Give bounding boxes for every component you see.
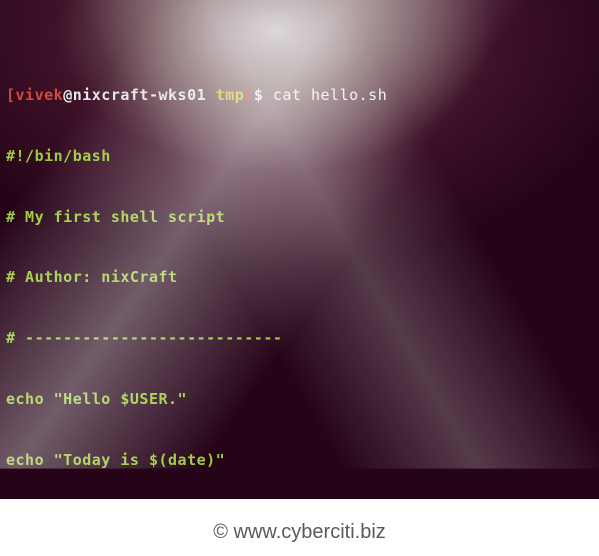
script-line-2: # My first shell script bbox=[6, 207, 593, 227]
prompt-path: tmp bbox=[216, 86, 245, 104]
script-line-5: echo "Hello $USER." bbox=[6, 389, 593, 409]
command-cat: cat hello.sh bbox=[273, 86, 387, 104]
bracket-open: [ bbox=[6, 86, 16, 104]
watermark-text: © www.cyberciti.biz bbox=[0, 519, 599, 546]
script-line-6: echo "Today is $(date)" bbox=[6, 450, 593, 470]
script-line-1: #!/bin/bash bbox=[6, 146, 593, 166]
prompt-host: nixcraft-wks01 bbox=[73, 86, 206, 104]
prompt-dollar: $ bbox=[254, 86, 264, 104]
script-line-3: # Author: nixCraft bbox=[6, 267, 593, 287]
prompt-line-1: [vivek@nixcraft-wks01 tmp]$ cat hello.sh bbox=[6, 85, 593, 105]
prompt-user: vivek bbox=[16, 86, 64, 104]
lens-flare-overlay bbox=[0, 0, 599, 499]
terminal-window[interactable]: [vivek@nixcraft-wks01 tmp]$ cat hello.sh… bbox=[0, 0, 599, 499]
prompt-at: @ bbox=[63, 86, 73, 104]
bracket-close: ] bbox=[244, 86, 254, 104]
script-line-4: # --------------------------- bbox=[6, 328, 593, 348]
